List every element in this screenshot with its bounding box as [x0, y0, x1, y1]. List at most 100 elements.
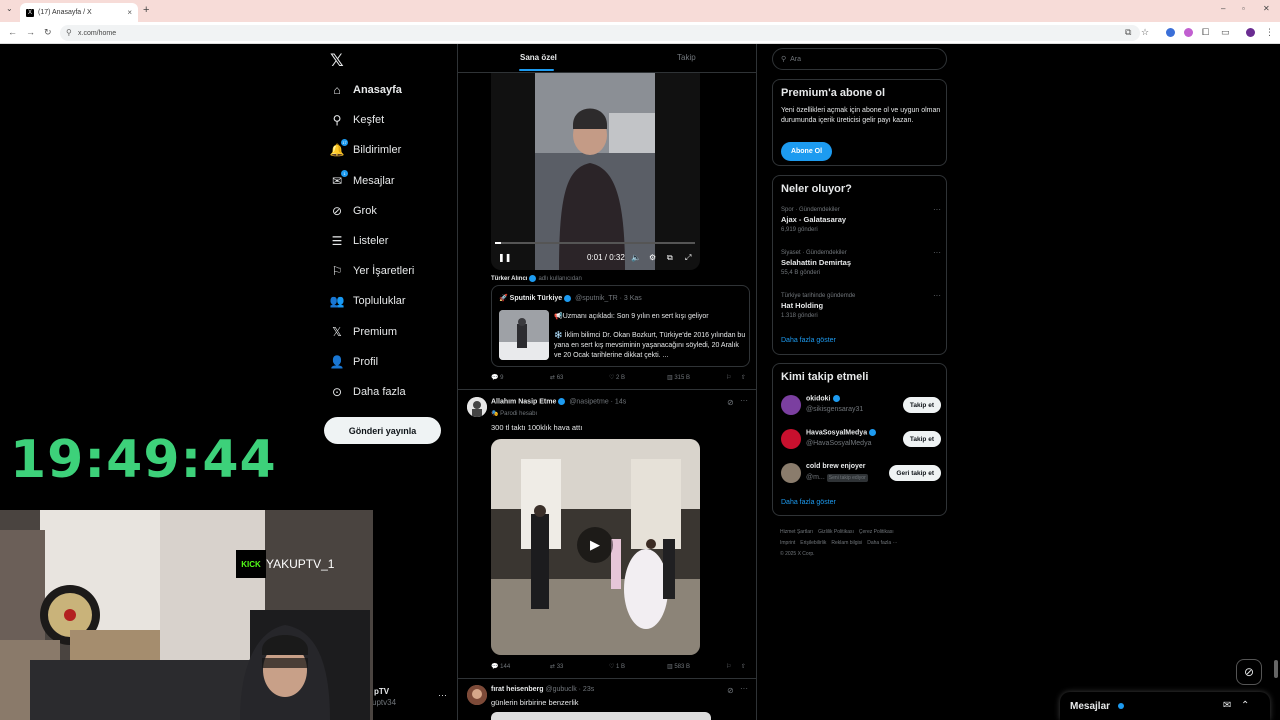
more-icon[interactable]: ··· [740, 684, 748, 693]
messages-drawer[interactable]: Mesajlar ✉ ⌃ [1060, 692, 1270, 720]
more-icon[interactable]: ··· [933, 291, 941, 300]
account-more-icon[interactable]: ··· [438, 690, 447, 700]
nav-item-bookmark[interactable]: ⚐ Yer İşaretleri [330, 260, 415, 282]
grok-icon[interactable]: ⊘ [727, 398, 734, 407]
settings-icon[interactable]: ⚙ [649, 253, 656, 262]
avatar[interactable] [781, 429, 801, 449]
like-button[interactable]: ♡ 2 B [609, 374, 625, 381]
close-window-icon[interactable]: ✕ [1263, 4, 1270, 13]
footer-link[interactable]: © 2025 X Corp. [780, 551, 815, 557]
avatar[interactable] [781, 463, 801, 483]
maximize-icon[interactable]: ▫ [1242, 4, 1245, 13]
extensions-puzzle-icon[interactable]: ⧠ [1202, 27, 1209, 38]
nav-item-more-circle[interactable]: ⊙ Daha fazla [330, 381, 406, 403]
share-icon[interactable]: ⇧ [741, 663, 746, 670]
mute-icon[interactable]: 🔈 [631, 253, 641, 262]
x-logo-icon[interactable]: 𝕏 [330, 51, 344, 71]
extension-icon[interactable] [1166, 28, 1175, 37]
bookmark-icon[interactable]: ⚐ [726, 663, 731, 670]
grok-icon[interactable]: ⊘ [727, 686, 734, 695]
minimize-icon[interactable]: – [1221, 4, 1225, 13]
follow-button[interactable]: Takip et [902, 431, 941, 447]
more-icon[interactable]: ··· [933, 248, 941, 257]
back-icon[interactable]: ← [8, 27, 17, 37]
profile-avatar-icon[interactable] [1246, 28, 1255, 37]
video-progress-bar[interactable] [495, 242, 695, 244]
footer-link[interactable]: Hizmet Şartları [780, 529, 813, 535]
forward-icon[interactable]: → [26, 27, 35, 37]
address-bar[interactable]: ⚲ x.com/home [60, 25, 1140, 41]
more-icon[interactable]: ··· [933, 205, 941, 214]
pause-icon[interactable]: ❚❚ [498, 253, 511, 262]
repost-button[interactable]: ⇄ 63 [550, 374, 563, 381]
follow-button[interactable]: Takip et [902, 397, 941, 413]
suggestion-name[interactable]: okidoki [806, 395, 842, 402]
browser-menu-icon[interactable]: ⋮ [1265, 27, 1274, 38]
views-button[interactable]: ▥ 583 B [667, 663, 690, 670]
quote-thumbnail[interactable] [499, 310, 549, 360]
nav-item-communities[interactable]: 👥 Topluluklar [330, 290, 406, 312]
new-tab-button[interactable]: + [143, 4, 149, 16]
nav-item-x[interactable]: 𝕏 Premium [330, 321, 397, 343]
views-button[interactable]: ▥ 315 B [667, 374, 690, 381]
new-message-icon[interactable]: ✉ [1223, 700, 1231, 711]
follow-show-more-link[interactable]: Daha fazla göster [781, 499, 836, 506]
fullscreen-icon[interactable]: ⤢ [685, 253, 691, 263]
avatar[interactable] [467, 397, 487, 417]
suggestion-name[interactable]: HavaSosyalMedya [806, 429, 878, 436]
footer-link[interactable]: Reklam bilgisi [831, 540, 862, 546]
tab-following[interactable]: Takip [677, 53, 696, 62]
follow-button[interactable]: Geri takip et [889, 465, 941, 481]
trend-item[interactable]: Spor · Gündemdekiler Ajax - Galatasaray 6,… [781, 205, 941, 233]
split-view-icon[interactable]: ▭ [1221, 27, 1230, 38]
avatar[interactable] [781, 395, 801, 415]
extension-icon[interactable] [1184, 28, 1193, 37]
tab-for-you[interactable]: Sana özel [520, 53, 557, 62]
like-button[interactable]: ♡ 1 B [609, 663, 625, 670]
tab-search-icon[interactable]: ⌄ [6, 4, 13, 13]
repost-button[interactable]: ⇄ 33 [550, 663, 563, 670]
quoted-post[interactable]: 🚀 Sputnik Türkiye @sputnik_TR · 3 Kas 📢U… [491, 285, 750, 367]
trend-item[interactable]: Türkiye tarihinde gündemde Hat Holding 1.3… [781, 291, 941, 319]
post-button[interactable]: Gönderi yayınla [324, 417, 441, 444]
trend-item[interactable]: Siyaset · Gündemdekiler Selahattin Demirt… [781, 248, 941, 276]
footer-link[interactable]: Imprint [780, 540, 795, 546]
site-info-icon[interactable]: ⚲ [66, 28, 72, 37]
quote-author[interactable]: Sputnik Türkiye [510, 295, 563, 302]
nav-item-search[interactable]: ⚲ Keşfet [330, 109, 385, 131]
browser-tab[interactable]: X (17) Anasayfa / X × [20, 3, 138, 22]
play-icon[interactable]: ▶ [577, 527, 613, 563]
reply-button[interactable]: 💬 9 [491, 374, 503, 381]
expand-drawer-icon[interactable]: ⌃ [1241, 700, 1249, 711]
bookmark-icon[interactable]: ⚐ [726, 374, 731, 381]
share-icon[interactable]: ⇧ [741, 374, 746, 381]
search-input[interactable]: ⚲ Ara [772, 48, 947, 70]
trends-show-more-link[interactable]: Daha fazla göster [781, 337, 836, 344]
footer-link[interactable]: Daha fazla ··· [867, 540, 897, 546]
subscribe-button[interactable]: Abone Ol [781, 142, 832, 161]
bookmark-star-icon[interactable]: ☆ [1141, 27, 1149, 38]
grok-fab-icon[interactable]: ⊘ [1236, 659, 1262, 685]
reply-button[interactable]: 💬 144 [491, 663, 510, 670]
avatar[interactable] [467, 685, 487, 705]
post-video[interactable]: ▶ [491, 439, 700, 655]
post-video[interactable]: ❚❚ 0:01 / 0:32 🔈 ⚙ ⧉ ⤢ [491, 73, 700, 270]
footer-link[interactable]: Erişilebilirlik [800, 540, 826, 546]
nav-item-profile[interactable]: 👤 Profil [330, 351, 379, 373]
pip-icon[interactable]: ⧉ [667, 253, 673, 263]
nav-item-mail[interactable]: ✉ 1 Mesajlar [330, 169, 395, 192]
more-icon[interactable]: ··· [740, 396, 748, 405]
suggestion-name[interactable]: cold brew enjoyer [806, 463, 866, 470]
post-author[interactable]: Allahım Nasip Etme [491, 398, 556, 405]
scrollbar[interactable] [1274, 660, 1278, 678]
nav-item-list[interactable]: ☰ Listeler [330, 230, 389, 252]
context-user[interactable]: Türker Alıncı [491, 276, 527, 282]
nav-item-home[interactable]: ⌂ Anasayfa [330, 79, 402, 101]
nav-item-bell[interactable]: 🔔 17 Bildirimler [330, 139, 401, 161]
post-author[interactable]: fırat heisenberg [491, 686, 544, 693]
footer-link[interactable]: Çerez Politikası [859, 529, 894, 535]
reload-icon[interactable]: ↻ [44, 27, 52, 38]
tab-close-icon[interactable]: × [127, 8, 132, 17]
install-app-icon[interactable]: ⧉ [1125, 27, 1131, 38]
footer-link[interactable]: Gizlilik Politikası [818, 529, 854, 535]
